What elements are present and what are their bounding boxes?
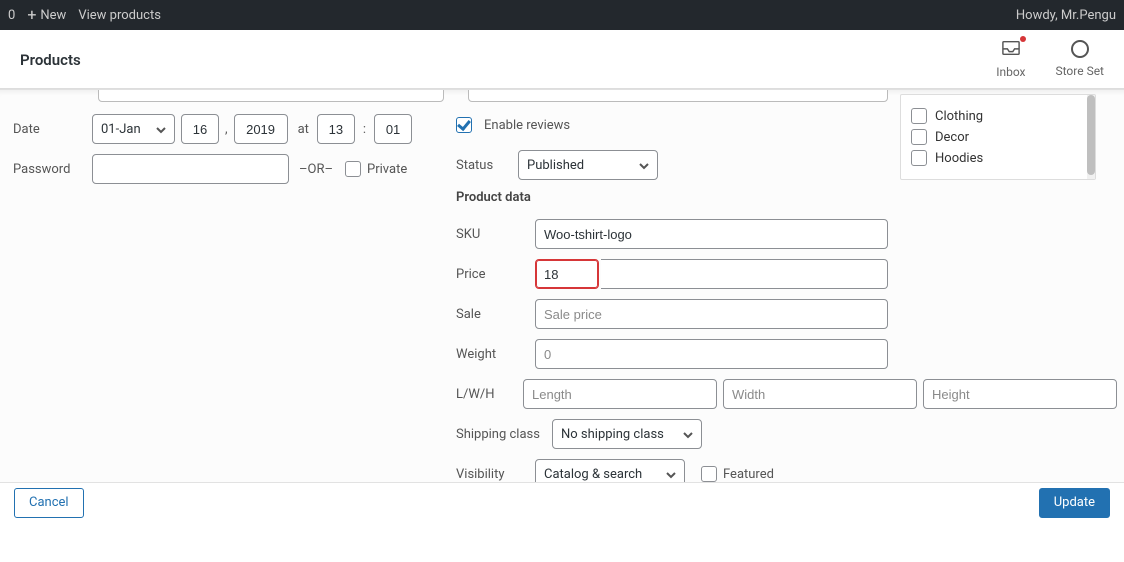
password-label: Password [13, 162, 86, 177]
enable-reviews-checkbox[interactable] [456, 117, 472, 133]
clothing-checkbox[interactable] [911, 108, 927, 124]
inbox-button[interactable]: Inbox [996, 40, 1025, 79]
shipping-class-select[interactable]: No shipping class [552, 419, 702, 449]
minute-input[interactable] [374, 114, 412, 144]
month-select[interactable]: 01-Jan [92, 114, 175, 144]
admin-bar-new-label: New [40, 8, 66, 23]
sku-input[interactable] [535, 219, 888, 249]
length-input[interactable] [523, 379, 717, 409]
featured-checkbox[interactable] [701, 466, 717, 482]
chevron-down-icon [637, 159, 651, 173]
chevron-down-icon [154, 123, 168, 137]
decor-label: Decor [935, 130, 969, 145]
store-setup-icon [1071, 40, 1089, 58]
page-title: Products [20, 51, 81, 69]
weight-input[interactable] [535, 339, 888, 369]
sale-input[interactable] [535, 299, 888, 329]
chevron-down-icon [681, 428, 695, 442]
cancel-button[interactable]: Cancel [14, 488, 84, 518]
notification-dot-icon [1020, 36, 1026, 42]
width-input[interactable] [723, 379, 917, 409]
enable-reviews-label: Enable reviews [484, 118, 570, 133]
visibility-value: Catalog & search [544, 467, 642, 482]
featured-label: Featured [723, 467, 774, 482]
mid-prev-field[interactable] [468, 90, 888, 102]
chevron-down-icon [664, 468, 678, 482]
prev-field[interactable] [98, 90, 444, 102]
cat-row-hoodies[interactable]: Hoodies [911, 150, 1085, 166]
weight-label: Weight [456, 347, 529, 362]
inbox-icon [1002, 40, 1020, 56]
admin-bar-new[interactable]: + New [27, 7, 66, 23]
decor-checkbox[interactable] [911, 129, 927, 145]
inbox-label: Inbox [996, 65, 1025, 79]
status-value: Published [527, 158, 584, 173]
password-input[interactable] [92, 154, 289, 184]
shipping-class-value: No shipping class [561, 427, 664, 442]
sku-label: SKU [456, 227, 529, 242]
content-area: Date 01-Jan , at : Password –OR– Private [0, 90, 1124, 522]
status-label: Status [456, 158, 512, 173]
categories-scrollbar[interactable] [1087, 95, 1095, 179]
admin-bar-howdy[interactable]: Howdy, Mr.Pengu [1016, 8, 1116, 23]
cat-row-clothing[interactable]: Clothing [911, 108, 1085, 124]
middle-column: Enable reviews Status Published Product … [456, 98, 888, 522]
shipping-class-label: Shipping class [456, 427, 546, 442]
admin-bar-view-products[interactable]: View products [78, 8, 161, 23]
left-column: Date 01-Jan , at : Password –OR– Private [13, 98, 453, 194]
admin-bar: 0 + New View products Howdy, Mr.Pengu [0, 0, 1124, 30]
hour-input[interactable] [317, 114, 355, 144]
clothing-label: Clothing [935, 109, 983, 124]
year-input[interactable] [234, 114, 288, 144]
at-label: at [298, 122, 309, 137]
plus-icon: + [27, 7, 36, 23]
private-label: Private [367, 162, 407, 177]
hoodies-checkbox[interactable] [911, 150, 927, 166]
cat-row-decor[interactable]: Decor [911, 129, 1085, 145]
right-column: Clothing Decor Hoodies [900, 94, 1110, 180]
lwh-label: L/W/H [456, 387, 517, 402]
or-label: –OR– [299, 162, 333, 177]
visibility-label: Visibility [456, 467, 529, 482]
date-label: Date [13, 122, 86, 137]
price-input[interactable] [535, 259, 599, 289]
categories-box: Clothing Decor Hoodies [900, 94, 1096, 180]
footer: Cancel Update [0, 482, 1124, 522]
private-checkbox[interactable] [345, 161, 361, 177]
height-input[interactable] [923, 379, 1117, 409]
categories-scrollbar-thumb[interactable] [1087, 95, 1095, 175]
hoodies-label: Hoodies [935, 151, 983, 166]
admin-bar-comments[interactable]: 0 [8, 8, 15, 23]
day-input[interactable] [181, 114, 219, 144]
sale-label: Sale [456, 307, 529, 322]
status-select[interactable]: Published [518, 150, 658, 180]
store-setup-button[interactable]: Store Set [1056, 40, 1105, 79]
page-header: Products Inbox Store Set [0, 30, 1124, 90]
price-input-extra[interactable] [601, 259, 888, 289]
month-value: 01-Jan [101, 122, 141, 137]
price-label: Price [456, 267, 529, 282]
product-data-heading: Product data [456, 190, 888, 205]
store-setup-label: Store Set [1056, 64, 1105, 78]
update-button[interactable]: Update [1039, 488, 1110, 518]
